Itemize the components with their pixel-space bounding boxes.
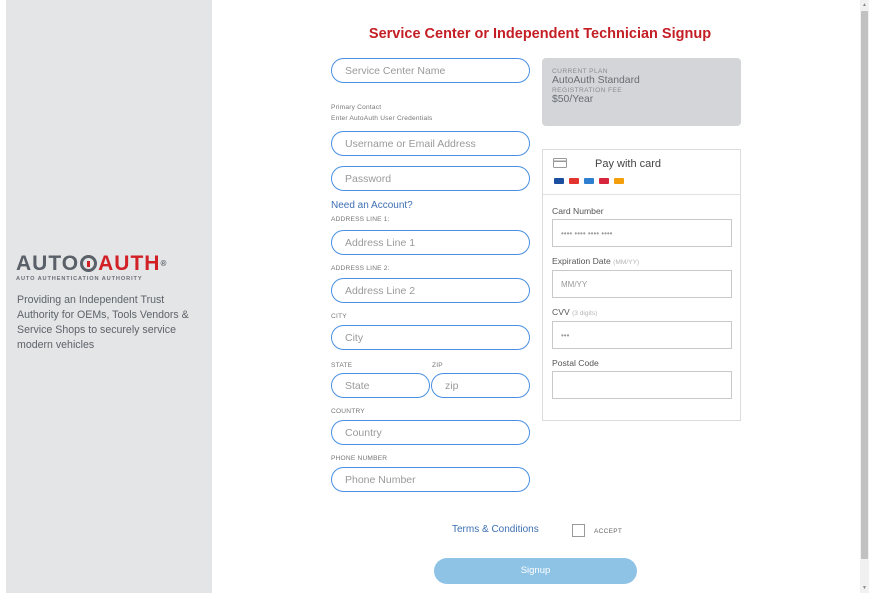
cvv-hint: (3 digits)	[572, 310, 598, 317]
card-number-label: Card Number	[552, 206, 604, 216]
accept-label: ACCEPT	[594, 528, 623, 535]
primary-contact-label: Primary Contact	[331, 104, 382, 111]
state-label: STATE	[331, 362, 353, 369]
scrollbar-thumb[interactable]	[861, 11, 868, 559]
address1-field[interactable]	[331, 230, 530, 255]
registration-fee-value: $50/Year	[552, 94, 594, 105]
zip-field[interactable]	[431, 373, 530, 398]
diners-icon	[599, 178, 609, 184]
address1-label: ADDRESS LINE 1:	[331, 216, 390, 223]
page-title: Service Center or Independent Technician…	[368, 26, 712, 42]
address2-input[interactable]	[345, 279, 529, 302]
expiration-label-text: Expiration Date	[552, 256, 611, 266]
cvv-label: CVV (3 digits)	[552, 307, 597, 317]
phone-label: PHONE NUMBER	[331, 455, 388, 462]
credit-card-icon	[553, 158, 567, 170]
accept-checkbox[interactable]	[572, 524, 585, 537]
logo-lock-icon	[80, 255, 98, 272]
card-number-field[interactable]	[552, 219, 732, 247]
city-input[interactable]	[345, 326, 529, 349]
logo-trademark: ®	[160, 259, 168, 268]
logo-text-auto: AUTO	[16, 252, 80, 275]
logo-text-auth: AUTH	[98, 252, 161, 275]
state-field[interactable]	[331, 373, 430, 398]
cvv-input[interactable]	[561, 322, 731, 349]
country-input[interactable]	[345, 421, 529, 444]
phone-input[interactable]	[345, 468, 529, 491]
state-input[interactable]	[345, 374, 429, 397]
card-payment-header: Pay with card	[543, 150, 740, 195]
address2-label: ADDRESS LINE 2:	[331, 265, 390, 272]
tagline: Providing an Independent Trust Authority…	[17, 294, 189, 351]
postal-code-field[interactable]	[552, 371, 732, 399]
card-payment-panel: Pay with card Card Number Expiration Dat…	[542, 149, 741, 421]
card-brands	[554, 178, 624, 184]
address1-input[interactable]	[345, 231, 529, 254]
password-input[interactable]	[345, 167, 529, 190]
primary-contact-hint: Enter AutoAuth User Credentials	[331, 115, 433, 122]
discover-icon	[614, 178, 624, 184]
mastercard-icon	[569, 178, 579, 184]
expiration-hint: (MM/YY)	[613, 259, 640, 266]
scrollbar[interactable]: ▲ ▼	[860, 0, 869, 593]
registration-fee-label: REGISTRATION FEE	[552, 87, 623, 94]
zip-label: ZIP	[432, 362, 443, 369]
cvv-label-text: CVV	[552, 307, 570, 317]
city-field[interactable]	[331, 325, 530, 350]
pay-with-card-label: Pay with card	[595, 158, 662, 170]
phone-field[interactable]	[331, 467, 530, 492]
current-plan-value: AutoAuth Standard	[552, 75, 640, 86]
visa-icon	[554, 178, 564, 184]
scroll-down-icon[interactable]: ▼	[861, 585, 868, 591]
postal-code-label: Postal Code	[552, 358, 599, 368]
amex-icon	[584, 178, 594, 184]
country-field[interactable]	[331, 420, 530, 445]
country-label: COUNTRY	[331, 408, 365, 415]
zip-input[interactable]	[445, 374, 529, 397]
city-label: CITY	[331, 313, 347, 320]
cvv-field[interactable]	[552, 321, 732, 349]
service-center-name-field[interactable]	[331, 58, 530, 83]
logo-subtitle: AUTO AUTHENTICATION AUTHORITY	[16, 276, 143, 282]
terms-link[interactable]: Terms & Conditions	[452, 524, 539, 535]
username-input[interactable]	[345, 132, 529, 155]
username-field[interactable]	[331, 131, 530, 156]
scroll-up-icon[interactable]: ▲	[861, 2, 868, 8]
postal-code-input[interactable]	[561, 372, 731, 399]
plan-summary: CURRENT PLAN AutoAuth Standard REGISTRAT…	[542, 58, 741, 126]
autoauth-logo: AUTO AUTH® AUTO AUTHENTICATION AUTHORITY	[16, 252, 212, 283]
signup-button[interactable]: Signup	[434, 558, 637, 584]
expiration-field[interactable]	[552, 270, 732, 298]
expiration-label: Expiration Date (MM/YY)	[552, 256, 639, 266]
service-center-name-input[interactable]	[345, 59, 529, 82]
expiration-input[interactable]	[561, 271, 731, 298]
need-account-link[interactable]: Need an Account?	[331, 200, 413, 211]
current-plan-label: CURRENT PLAN	[552, 68, 608, 75]
password-field[interactable]	[331, 166, 530, 191]
card-number-input[interactable]	[561, 220, 731, 247]
address2-field[interactable]	[331, 278, 530, 303]
sidebar: AUTO AUTH® AUTO AUTHENTICATION AUTHORITY …	[6, 0, 212, 593]
